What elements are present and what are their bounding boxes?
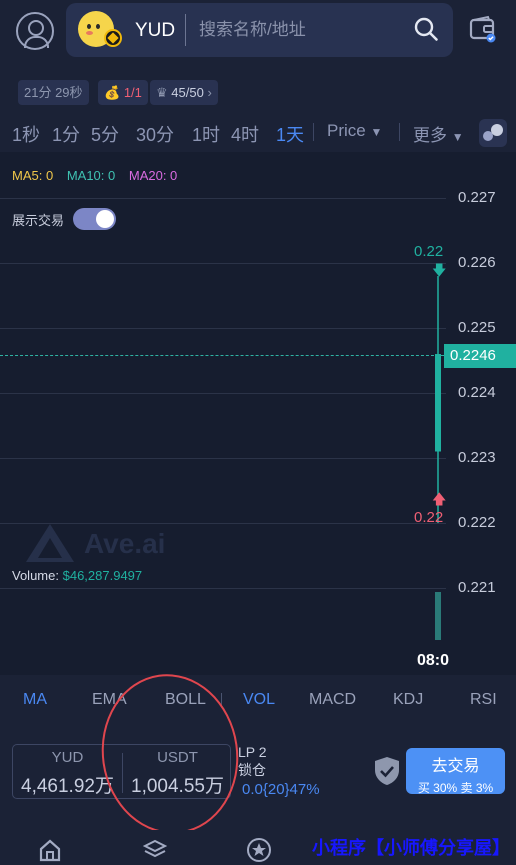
tab-rsi[interactable]: RSI (470, 691, 497, 709)
timeframe-divider (399, 123, 400, 141)
y-tick: 0.221 (458, 579, 496, 596)
user-avatar-icon[interactable] (16, 12, 54, 50)
chain-badge-icon (104, 29, 122, 47)
money-bag-icon: 💰 (104, 85, 121, 100)
volume-label: Volume: (12, 568, 59, 583)
star-badge-icon[interactable] (246, 837, 272, 863)
arrow-down-icon: 🡇 (432, 262, 447, 278)
top-bar: YUD (0, 0, 516, 75)
chart-style-icon[interactable] (479, 119, 507, 147)
wallet-icon[interactable] (469, 15, 497, 43)
volume-bar (435, 592, 441, 640)
rank-badge[interactable]: ♛ 45/50 › (150, 80, 218, 105)
timeframe-bar: 1秒 1分 5分 30分 1时 4时 1天 Price ▼ 更多 ▼ (0, 115, 516, 152)
tab-30m[interactable]: 30分 (136, 121, 174, 147)
candle-body (435, 354, 441, 452)
y-tick: 0.226 (458, 254, 496, 271)
search-divider (185, 14, 186, 46)
tab-ma[interactable]: MA (23, 691, 47, 709)
caret-down-icon: ▼ (451, 130, 464, 144)
y-tick: 0.224 (458, 384, 496, 401)
token-age-badge: 21分 29秒 (18, 80, 89, 105)
layers-icon[interactable] (143, 838, 167, 862)
current-price-tag: 0.2246 (444, 344, 516, 368)
tab-1d[interactable]: 1天 (276, 121, 304, 147)
holders-count: 1/1 (123, 85, 142, 100)
tab-1h[interactable]: 1时 (192, 121, 220, 147)
bottom-nav: 小程序【小师傅分享屋】 (0, 830, 516, 865)
token-symbol: YUD (135, 20, 176, 41)
high-price-marker: 0.22 (414, 243, 444, 260)
holders-badge[interactable]: 💰 1/1 (98, 80, 148, 105)
search-box[interactable]: YUD (66, 3, 453, 57)
home-icon[interactable] (38, 838, 62, 862)
low-price-marker: 0.22 (414, 509, 444, 526)
trade-tax: 买 30% 卖 3% (417, 781, 494, 795)
tab-macd[interactable]: MACD (309, 691, 356, 709)
price-dropdown[interactable]: Price ▼ (327, 121, 382, 141)
y-tick: 0.225 (458, 319, 496, 336)
more-dropdown-label: 更多 (413, 126, 447, 145)
go-trade-label: 去交易 (431, 758, 480, 775)
caret-down-icon: ▼ (370, 125, 383, 139)
indicator-tabs: MA EMA BOLL VOL MACD KDJ RSI (0, 675, 516, 725)
tab-4h[interactable]: 4时 (231, 121, 259, 147)
crown-icon: ♛ (156, 85, 168, 100)
token-age: 21分 29秒 (24, 85, 83, 100)
lp-lock-value: 0.0{20}47% (242, 781, 320, 798)
pool-info-panel: YUD 4,461.92万 USDT 1,004.55万 LP 2 锁仓 0.0… (0, 725, 516, 830)
x-tick: 08:0 (417, 652, 450, 669)
rank-value: 45/50 (171, 85, 204, 100)
chevron-right-icon: › (207, 85, 212, 100)
current-price-value: 0.2246 (450, 347, 496, 364)
lp-label-line1: LP 2 (238, 744, 267, 760)
search-icon[interactable] (413, 16, 439, 42)
volume-readout: Volume: $46,287.9497 (12, 568, 142, 583)
mini-program-watermark: 小程序【小师傅分享屋】 (312, 838, 510, 858)
lp-label-line2: 锁仓 (238, 762, 266, 778)
lp-lock-label: LP 2 锁仓 (238, 743, 267, 779)
token-stats-row: 21分 29秒 💰 1/1 ♛ 45/50 › (0, 75, 516, 115)
tab-vol[interactable]: VOL (243, 691, 275, 709)
more-dropdown[interactable]: 更多 ▼ (413, 121, 464, 146)
shield-check-icon[interactable] (373, 755, 401, 787)
tab-1m[interactable]: 1分 (52, 121, 80, 147)
search-input[interactable] (199, 19, 399, 41)
tab-kdj[interactable]: KDJ (393, 691, 423, 709)
price-chart[interactable]: MA5: 0 MA10: 0 MA20: 0 展示交易 Ave.ai 0.227… (0, 152, 516, 675)
y-tick: 0.227 (458, 189, 496, 206)
timeframe-divider (313, 123, 314, 141)
y-tick: 0.223 (458, 449, 496, 466)
price-dropdown-label: Price (327, 121, 366, 140)
tab-1s[interactable]: 1秒 (12, 121, 40, 147)
volume-value: $46,287.9497 (62, 568, 143, 583)
go-trade-button[interactable]: 去交易 买 30% 卖 3% (406, 748, 505, 795)
tab-5m[interactable]: 5分 (91, 121, 119, 147)
y-tick: 0.222 (458, 514, 496, 531)
